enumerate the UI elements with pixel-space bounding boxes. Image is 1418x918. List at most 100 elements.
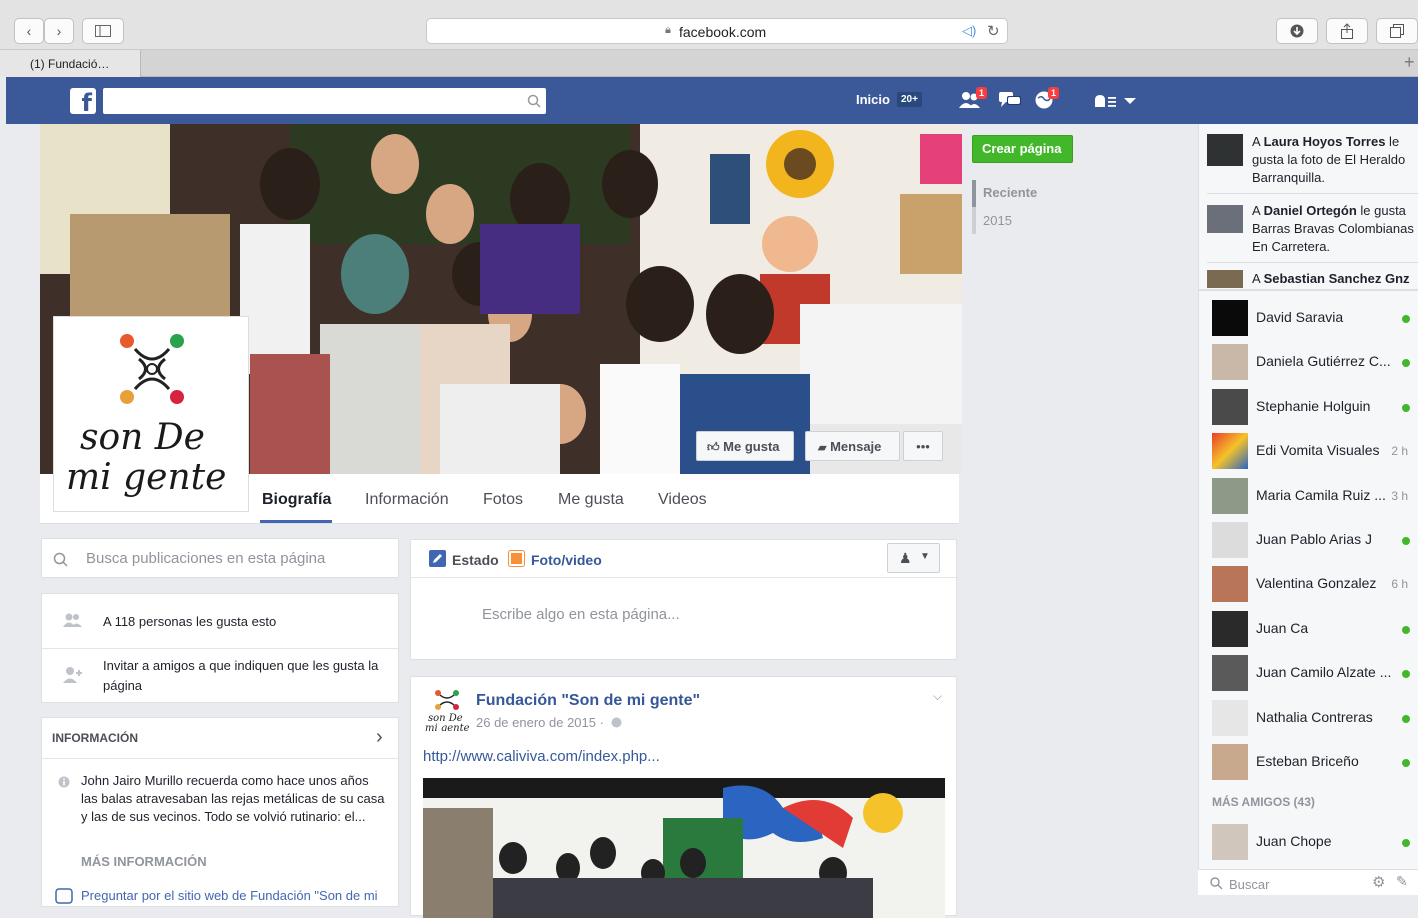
post-options-chevron-icon[interactable]: ⌵ — [933, 689, 942, 704]
download-icon[interactable] — [1276, 18, 1318, 44]
ask-website-link[interactable]: Preguntar por el sitio web de Fundación … — [81, 888, 378, 903]
tab-informacion[interactable]: Información — [365, 491, 449, 509]
likes-count-text[interactable]: A 118 personas les gusta esto — [103, 614, 276, 629]
chat-search-bar[interactable]: Buscar ⚙ ✎ — [1198, 869, 1418, 895]
avatar — [1212, 389, 1248, 425]
tab-me-gusta[interactable]: Me gusta — [558, 491, 624, 509]
tab-biografia[interactable]: Biografía — [262, 491, 331, 509]
filter-recent[interactable]: Reciente — [983, 185, 1037, 200]
avatar — [1212, 611, 1248, 647]
ticker-avatar[interactable] — [1207, 270, 1243, 288]
chat-contact[interactable]: Nathalia Contreras — [1210, 696, 1418, 740]
tabs-overview-icon[interactable] — [1376, 18, 1418, 44]
contact-name: Valentina Gonzalez — [1256, 575, 1377, 591]
contact-name: David Saravia — [1256, 309, 1344, 325]
forward-button[interactable]: › — [44, 18, 74, 44]
notifications-badge: 1 — [1048, 87, 1060, 99]
info-header: INFORMACIÓN — [52, 731, 138, 745]
sidebar-toggle-icon[interactable] — [82, 18, 124, 44]
like-page-button[interactable]: 👍︎ Me gusta — [696, 431, 794, 461]
message-bubble-icon: ▰ — [818, 442, 827, 454]
chevron-down-icon: ▼ — [920, 551, 930, 562]
last-active-time: 6 h — [1391, 577, 1408, 591]
home-count-badge: 20+ — [897, 92, 922, 107]
page-profile-picture[interactable]: son De mi gente — [53, 316, 249, 512]
composer: Estado Foto/video ♟ ▼ Escribe algo en es… — [410, 539, 957, 660]
ticker-item[interactable]: A Sebastian Sanchez Gnz — [1252, 270, 1418, 288]
browser-tab[interactable]: (1) Fundació… — [0, 50, 141, 77]
post-author[interactable]: Fundación "Son de mi gente" — [476, 692, 700, 710]
chat-contact[interactable]: Daniela Gutiérrez C... — [1210, 340, 1418, 384]
ticker-avatar[interactable] — [1207, 205, 1243, 233]
chat-contact[interactable]: Juan Ca — [1210, 607, 1418, 651]
photo-video-tab[interactable]: Foto/video — [531, 552, 602, 568]
tab-videos[interactable]: Videos — [658, 491, 707, 509]
home-link[interactable]: Inicio — [856, 92, 890, 107]
question-icon — [55, 888, 73, 904]
ticker-avatar[interactable] — [1207, 134, 1243, 166]
chat-contact[interactable]: Esteban Briceño — [1210, 740, 1418, 784]
chat-contact[interactable]: Valentina Gonzalez 6 h — [1210, 562, 1418, 606]
avatar — [1212, 300, 1248, 336]
post-link[interactable]: http://www.caliviva.com/index.php... — [423, 748, 660, 765]
info-card: INFORMACIÓN › John Jairo Murillo recuerd… — [41, 717, 399, 907]
tab-fotos[interactable]: Fotos — [483, 491, 523, 509]
contact-name: Edi Vomita Visuales — [1256, 442, 1380, 458]
more-options-button[interactable]: ••• — [903, 431, 943, 461]
ticker-item[interactable]: A Daniel Ortegón le gusta Barras Bravas … — [1252, 202, 1418, 256]
create-page-button[interactable]: Crear página — [972, 135, 1073, 163]
last-active-time: 2 h — [1391, 444, 1408, 458]
address-bar[interactable]: 🔒︎ facebook.com ◁) ↻ — [426, 18, 1008, 44]
more-info-link[interactable]: MÁS INFORMACIÓN — [81, 854, 207, 869]
avatar — [1212, 522, 1248, 558]
filter-2015[interactable]: 2015 — [983, 213, 1012, 228]
likes-card: A 118 personas les gusta esto Invitar a … — [41, 593, 399, 703]
more-friends-header: MÁS AMIGOS (43) — [1212, 795, 1315, 809]
search-icon — [527, 94, 541, 108]
chat-contact[interactable]: Juan Pablo Arias J — [1210, 518, 1418, 562]
new-tab-button[interactable]: + — [1404, 52, 1415, 73]
avatar — [1212, 566, 1248, 602]
new-message-icon[interactable]: ✎ — [1396, 873, 1408, 890]
online-indicator — [1402, 404, 1410, 412]
chat-contact[interactable]: Stephanie Holguin — [1210, 385, 1418, 429]
contact-name: Juan Camilo Alzate ... — [1256, 664, 1392, 680]
post-as-selector[interactable]: ♟ ▼ — [887, 543, 940, 573]
page-post-search[interactable]: Busca publicaciones en esta página — [41, 538, 399, 578]
divider — [1207, 262, 1418, 263]
timeline-filter-active — [972, 180, 976, 207]
gear-icon[interactable]: ⚙ — [1372, 873, 1385, 891]
chevron-right-icon[interactable]: › — [376, 726, 383, 749]
chat-search-placeholder: Buscar — [1229, 877, 1270, 892]
chat-contact[interactable]: Maria Camila Ruiz ... 3 h — [1210, 474, 1418, 518]
chat-contact[interactable]: David Saravia — [1210, 296, 1418, 340]
post-image[interactable] — [423, 778, 945, 918]
avatar — [1212, 655, 1248, 691]
chat-contact[interactable]: Juan Chope — [1210, 820, 1418, 864]
online-indicator — [1402, 626, 1410, 634]
privacy-shortcuts-icon[interactable] — [1094, 94, 1138, 108]
page-avatar[interactable]: son De mi gente — [425, 687, 469, 731]
reload-icon[interactable]: ↻ — [987, 22, 1000, 40]
messages-icon[interactable] — [998, 91, 1022, 109]
share-icon[interactable] — [1326, 18, 1368, 44]
url-text: facebook.com — [679, 24, 767, 40]
invite-friends-link[interactable]: Invitar a amigos a que indiquen que les … — [103, 656, 393, 696]
composer-input[interactable]: Escribe algo en esta página... — [482, 606, 680, 623]
facebook-search-input[interactable] — [103, 88, 546, 114]
photo-icon — [508, 550, 525, 567]
ticker-item[interactable]: A Laura Hoyos Torres le gusta la foto de… — [1252, 133, 1418, 187]
status-tab[interactable]: Estado — [452, 552, 499, 568]
page-post-search-placeholder: Busca publicaciones en esta página — [86, 550, 326, 567]
tab-bar — [0, 50, 1418, 77]
chat-contact[interactable]: Edi Vomita Visuales 2 h — [1210, 429, 1418, 473]
facebook-logo-icon[interactable]: f — [70, 88, 96, 117]
post-date[interactable]: 26 de enero de 2015 · — [476, 715, 604, 730]
chat-contact[interactable]: Juan Camilo Alzate ... — [1210, 651, 1418, 695]
online-indicator — [1402, 715, 1410, 723]
message-button[interactable]: ▰ Mensaje — [805, 431, 900, 461]
info-description: John Jairo Murillo recuerda como hace un… — [81, 773, 385, 824]
online-indicator — [1402, 759, 1410, 767]
back-button[interactable]: ‹ — [14, 18, 44, 44]
speaker-icon[interactable]: ◁) — [962, 23, 976, 39]
